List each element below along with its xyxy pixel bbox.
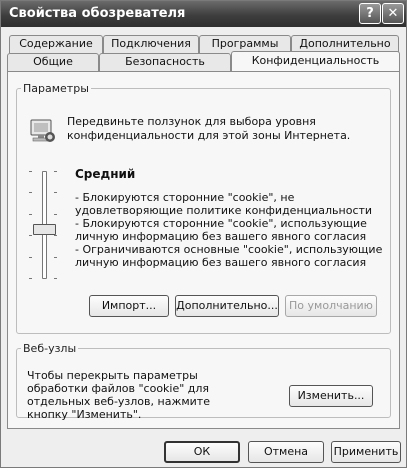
params-legend: Параметры xyxy=(23,82,89,95)
properties-window: Свойства обозревателя ? ✕ Содержание Под… xyxy=(0,0,407,468)
ok-button[interactable]: ОК xyxy=(164,441,240,463)
description-line: - Блокируются сторонние "cookie", исполь… xyxy=(75,217,367,243)
import-button[interactable]: Импорт... xyxy=(89,295,169,317)
tab-security[interactable]: Безопасность xyxy=(99,53,231,71)
advanced-button[interactable]: Дополнительно... xyxy=(175,295,279,317)
sites-text: Чтобы перекрыть параметры обработки файл… xyxy=(27,369,210,421)
description-line: - Блокируются сторонние "cookie", не удо… xyxy=(75,191,373,217)
sites-legend: Веб-узлы xyxy=(23,342,77,355)
privacy-level-name: Средний xyxy=(75,167,136,181)
privacy-monitor-icon xyxy=(27,117,57,147)
description-line: - Ограничиваются основные "cookie", испо… xyxy=(75,243,383,269)
privacy-panel: Параметры Передвиньте ползунок для выбор… xyxy=(7,71,400,429)
close-icon: ✕ xyxy=(387,6,399,21)
cancel-button[interactable]: Отмена xyxy=(248,441,324,463)
default-button[interactable]: По умолчанию xyxy=(285,295,377,317)
window-title: Свойства обозревателя xyxy=(9,6,186,21)
privacy-slider[interactable] xyxy=(25,171,61,279)
tab-connections[interactable]: Подключения xyxy=(103,35,199,53)
tab-general[interactable]: Общие xyxy=(7,53,99,71)
sites-group: Веб-узлы Чтобы перекрыть параметры обраб… xyxy=(16,342,391,421)
params-group: Параметры Передвиньте ползунок для выбор… xyxy=(16,82,391,334)
slider-thumb[interactable] xyxy=(33,224,56,235)
apply-button[interactable]: Применить xyxy=(331,441,401,463)
help-button[interactable]: ? xyxy=(359,3,381,24)
tab-privacy[interactable]: Конфиденциальность xyxy=(231,51,400,71)
edit-button[interactable]: Изменить... xyxy=(289,385,373,407)
tab-content[interactable]: Содержание xyxy=(9,35,103,53)
help-icon: ? xyxy=(366,6,374,21)
privacy-intro-text: Передвиньте ползунок для выбора уровня к… xyxy=(67,115,351,142)
privacy-level-description: - Блокируются сторонние "cookie", не удо… xyxy=(75,191,395,269)
title-bar[interactable]: Свойства обозревателя ? ✕ xyxy=(1,1,406,27)
close-button[interactable]: ✕ xyxy=(382,3,404,24)
